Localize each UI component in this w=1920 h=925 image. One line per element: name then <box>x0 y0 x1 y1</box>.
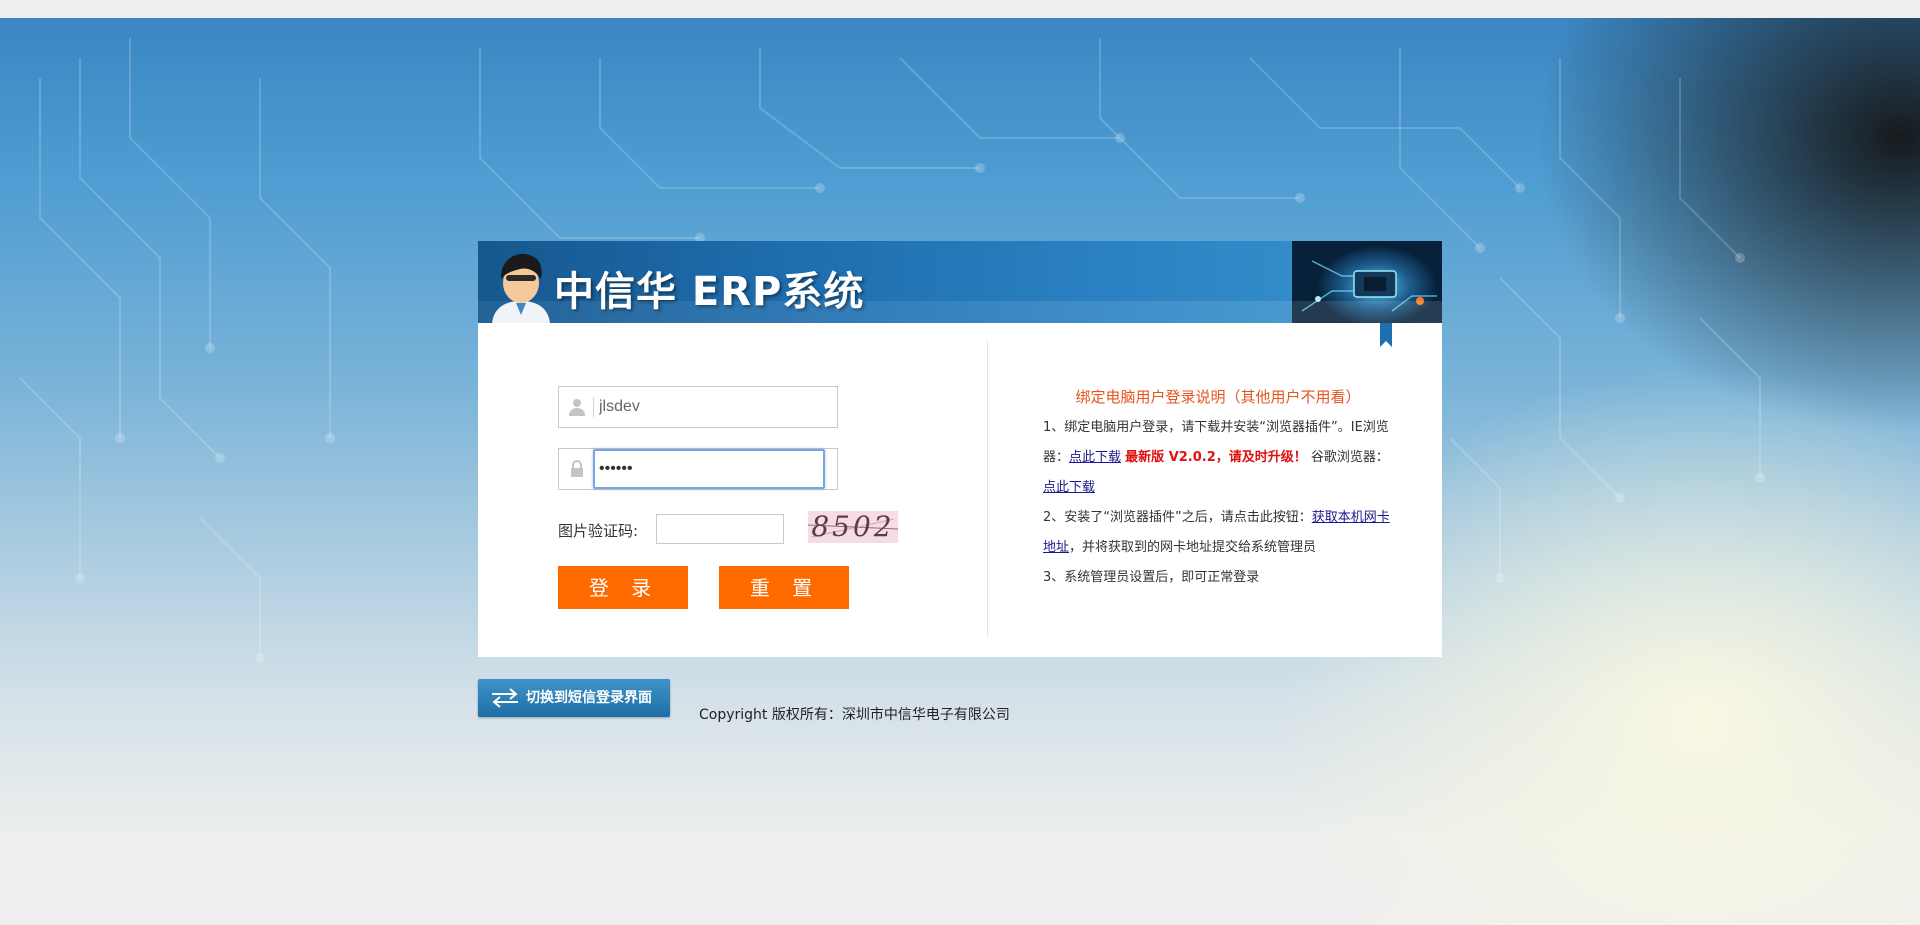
vertical-divider <box>987 341 988 636</box>
switch-to-sms-login-button[interactable]: 切换到短信登录界面 <box>478 679 670 717</box>
instruction-step-3: 3、系统管理员设置后，即可正常登录 <box>1043 570 1260 585</box>
instructions-title: 绑定电脑用户登录说明（其他用户不用看） <box>1075 388 1361 406</box>
captcha-label: 图片验证码: <box>558 522 639 540</box>
step2-text: 2、安装了“浏览器插件”之后，请点击此按钮： <box>1043 510 1312 525</box>
chrome-text: 谷歌浏览器： <box>1310 450 1389 465</box>
bookmark-ribbon-icon <box>1380 323 1392 347</box>
system-title: 中信华 ERP系统 <box>554 269 865 315</box>
input-separator <box>593 397 594 417</box>
username-input[interactable] <box>595 393 831 421</box>
user-icon <box>569 399 585 416</box>
copyright-text: Copyright 版权所有：深圳市中信华电子有限公司 <box>699 707 1010 723</box>
lock-icon <box>571 459 583 477</box>
captcha-code: 8502 <box>811 510 895 543</box>
version-notice: 最新版 V2.0.2，请及时升级！ <box>1125 450 1307 465</box>
ie-download-link[interactable]: 点此下载 <box>1069 450 1121 465</box>
instruction-step-2: 2、安装了“浏览器插件”之后，请点击此按钮：获取本机网卡地址，并将获取到的网卡地… <box>1043 503 1393 563</box>
header-circuit-image <box>1292 241 1442 323</box>
step2-text-tail: ，并将获取到的网卡地址提交给系统管理员 <box>1069 540 1317 555</box>
chrome-download-link[interactable]: 点此下载 <box>1043 480 1095 495</box>
login-button[interactable]: 登 录 <box>558 566 688 609</box>
mascot-avatar-icon <box>492 253 550 323</box>
binding-instructions: 绑定电脑用户登录说明（其他用户不用看） 1、绑定电脑用户登录，请下载并安装“浏览… <box>1043 381 1393 593</box>
login-panel: 中信华 ERP系统 jlsdev •••••• 图片验证码: 8502 登 录 … <box>478 241 1442 657</box>
switch-button-label: 切换到短信登录界面 <box>526 690 652 706</box>
captcha-input[interactable] <box>656 514 784 544</box>
captcha-image[interactable]: 8502 <box>808 511 898 543</box>
reset-button[interactable]: 重 置 <box>719 566 849 609</box>
login-form: 图片验证码: 8502 登 录 重 置 <box>558 386 938 636</box>
swap-arrows-icon <box>492 688 518 708</box>
panel-header: 中信华 ERP系统 <box>478 241 1442 323</box>
browser-top-strip <box>0 0 1920 18</box>
instruction-step-1: 1、绑定电脑用户登录，请下载并安装“浏览器插件”。IE浏览器：点此下载 最新版 … <box>1043 413 1393 503</box>
username-field[interactable] <box>558 386 838 428</box>
password-input[interactable] <box>593 449 825 489</box>
password-field[interactable] <box>558 448 838 490</box>
